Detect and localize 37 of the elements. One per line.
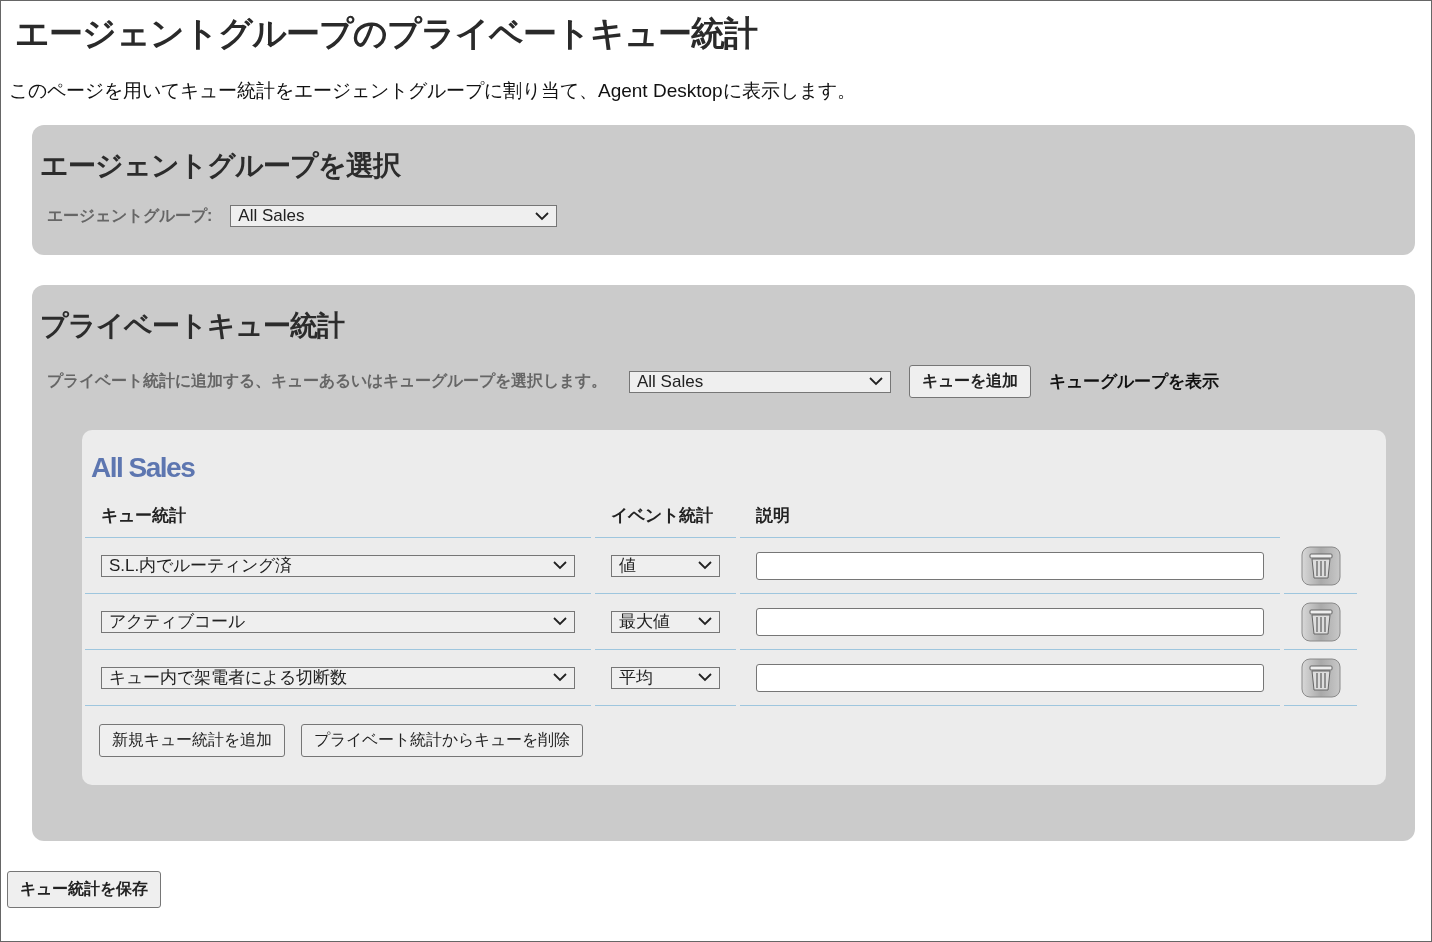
queue-dropdown[interactable]: All Sales [629,370,891,393]
add-queue-button[interactable]: キューを追加 [909,365,1031,398]
agent-group-dropdown[interactable]: All Sales [230,205,558,227]
description-input[interactable] [756,551,1264,580]
caret-icon [553,617,567,626]
column-header: キュー統計 [85,498,591,538]
panel-action-button[interactable]: プライベート統計からキューを削除 [301,724,583,757]
section-heading: プライベートキュー統計 [40,309,346,343]
queue-statistic-dropdown[interactable]: S.L.内でルーティング済 [101,554,575,577]
event-statistic-dropdown[interactable]: 平均 [611,666,720,689]
section-heading: エージェントグループを選択 [40,149,402,183]
description-input[interactable] [756,663,1264,692]
column-header: 説明 [740,498,1280,538]
caret-icon [553,673,567,682]
caret-icon [553,561,567,570]
caret-icon [698,617,712,626]
panel-action-button[interactable]: 新規キュー統計を追加 [99,724,285,757]
queue-statistic-dropdown[interactable]: キュー内で架電者による切断数 [101,666,575,689]
caret-icon [698,673,712,682]
trash-icon[interactable] [1300,545,1341,586]
queue-title: All Sales [91,451,196,485]
description-input[interactable] [756,607,1264,636]
page-title: エージェントグループのプライベートキュー統計 [15,13,759,54]
queue-statistic-dropdown[interactable]: アクティブコール [101,610,575,633]
column-header: イベント統計 [595,498,736,538]
event-statistic-dropdown[interactable]: 最大値 [611,610,720,633]
trash-icon[interactable] [1300,657,1341,698]
queue-select-prompt: プライベート統計に追加する、キューあるいはキューグループを選択します。 [47,371,607,391]
caret-icon [535,211,550,221]
event-statistic-dropdown[interactable]: 値 [611,554,720,577]
caret-icon [698,561,712,570]
caret-icon [869,377,883,386]
trash-icon[interactable] [1300,601,1341,642]
page-description: このページを用いてキュー統計をエージェントグループに割り当て、Agent Desktopに表示します。 [9,79,857,103]
show-queue-groups-link[interactable]: キューグループを表示 [1049,370,1219,393]
agent-group-label: エージェントグループ: [47,205,213,226]
save-button[interactable]: キュー統計を保存 [7,871,161,908]
